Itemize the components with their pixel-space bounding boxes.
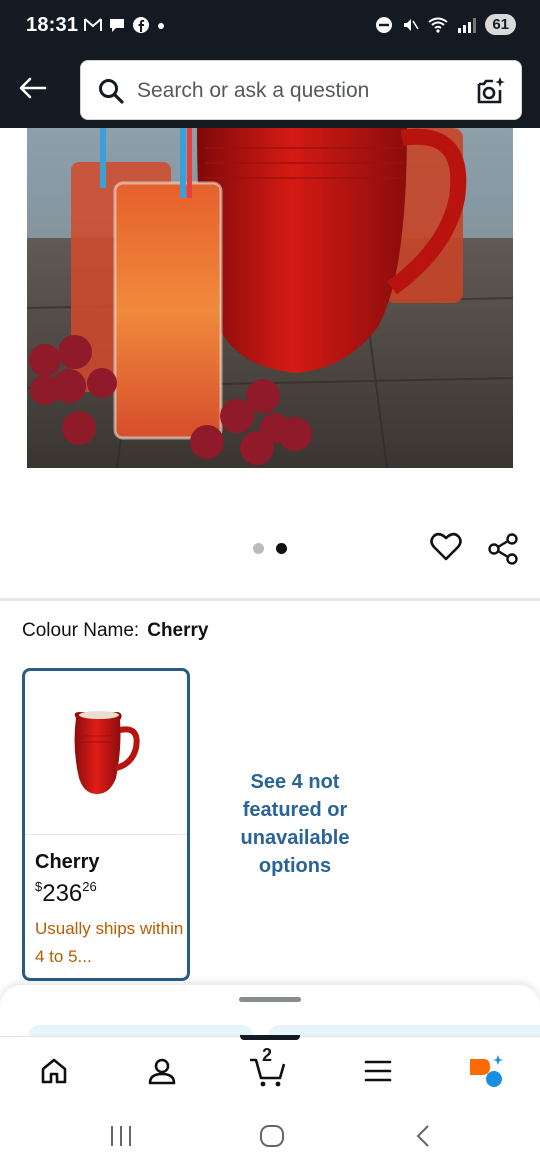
gmail-icon (84, 18, 102, 31)
share-icon (488, 533, 518, 565)
back-system-button[interactable] (412, 1124, 436, 1153)
variant-shipping-text: Usually ships within 4 to 5... (35, 919, 184, 966)
system-navigation-bar (0, 1106, 540, 1170)
heart-icon (430, 532, 462, 561)
pitcher-thumbnail-image (74, 710, 140, 794)
nav-home[interactable] (34, 1051, 74, 1091)
search-icon (99, 79, 124, 104)
back-chevron-icon (416, 1125, 429, 1147)
search-header (0, 56, 540, 128)
nav-account[interactable] (142, 1051, 182, 1091)
rufus-icon (470, 1055, 503, 1087)
product-photo (27, 128, 513, 468)
account-icon (148, 1058, 176, 1085)
carousel-dot-active[interactable] (276, 543, 287, 554)
carousel-dot[interactable] (253, 543, 264, 554)
recents-icon (111, 1126, 131, 1146)
camera-search-button[interactable] (475, 75, 507, 112)
variant-price: $23626 (35, 879, 97, 908)
share-button[interactable] (486, 532, 520, 571)
wifi-icon (428, 17, 448, 33)
search-bar[interactable] (80, 60, 522, 120)
system-status-icons: 61 (375, 14, 516, 35)
carousel-dots (253, 543, 287, 554)
variant-thumbnail (25, 671, 187, 835)
active-tab-indicator (240, 1035, 300, 1040)
nav-menu[interactable] (358, 1051, 398, 1091)
mute-icon (404, 18, 419, 31)
home-circle-icon (260, 1125, 284, 1147)
price-fraction: 26 (82, 879, 97, 894)
battery-indicator: 61 (485, 14, 516, 35)
price-whole: 236 (42, 880, 83, 907)
colour-name-value: Cherry (147, 620, 209, 641)
back-arrow-icon (19, 77, 47, 99)
wishlist-button[interactable] (430, 532, 462, 567)
facebook-icon (133, 17, 149, 33)
cart-count: 2 (262, 1045, 273, 1065)
dnd-icon (376, 16, 393, 33)
search-input[interactable] (137, 71, 457, 111)
home-icon (41, 1058, 67, 1084)
variant-card-selected[interactable]: Cherry $23626 Usually ships within 4 to … (22, 668, 190, 981)
see-more-options-link[interactable]: See 4 not featured or unavailable option… (220, 768, 370, 880)
variant-name: Cherry (35, 851, 100, 873)
recents-button[interactable] (108, 1124, 134, 1153)
camera-search-icon (477, 77, 505, 104)
colour-name-row: Colour Name: Cherry (22, 620, 208, 642)
back-button[interactable] (14, 70, 50, 106)
notification-icons (84, 16, 166, 34)
colour-name-label: Colour Name: (22, 620, 140, 641)
section-divider (0, 598, 540, 601)
sheet-drag-handle[interactable] (239, 997, 301, 1002)
product-image[interactable] (27, 128, 513, 468)
dot-icon (158, 23, 164, 29)
nav-cart[interactable]: 2 (248, 1045, 288, 1091)
status-time: 18:31 (26, 14, 79, 36)
status-bar: 18:31 61 (0, 0, 540, 56)
signal-icon (458, 17, 477, 33)
menu-icon (364, 1060, 392, 1082)
home-system-button[interactable] (259, 1124, 285, 1153)
nav-rufus-assistant[interactable] (466, 1051, 506, 1091)
chat-icon (110, 19, 124, 32)
bottom-navigation: 2 (0, 1035, 540, 1106)
